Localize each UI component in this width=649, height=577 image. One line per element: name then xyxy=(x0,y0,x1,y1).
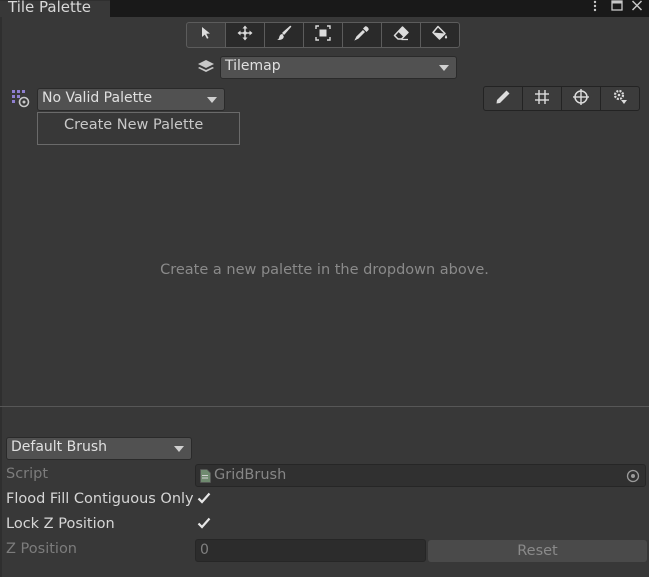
flood-fill-label: Flood Fill Contiguous Only xyxy=(6,491,194,507)
reset-button[interactable]: Reset xyxy=(428,540,647,562)
script-label: Script xyxy=(6,466,49,482)
active-tilemap-dropdown[interactable]: Tilemap xyxy=(220,56,457,79)
chevron-down-icon xyxy=(207,97,217,103)
close-icon[interactable] xyxy=(631,0,643,17)
paint-bucket-icon xyxy=(432,25,448,45)
box-select-icon xyxy=(315,25,331,45)
move-tool-button[interactable] xyxy=(225,22,265,48)
tab-tile-palette[interactable]: Tile Palette xyxy=(0,0,110,17)
eraser-icon xyxy=(393,25,409,45)
window-left-edge xyxy=(0,17,2,577)
script-field[interactable]: GridBrush xyxy=(195,464,646,487)
gizmo-button[interactable] xyxy=(561,86,601,111)
brush-dropdown[interactable]: Default Brush xyxy=(6,437,192,460)
box-fill-tool-button[interactable] xyxy=(303,22,343,48)
eyedropper-icon xyxy=(354,25,370,45)
checkmark-icon xyxy=(197,492,211,508)
grid-icon xyxy=(534,89,550,109)
window-tab-strip: Tile Palette xyxy=(0,0,649,17)
palette-dropdown[interactable]: No Valid Palette xyxy=(37,88,225,111)
palette-grid-icon xyxy=(11,89,31,109)
move-arrows-icon xyxy=(237,25,253,45)
script-value: GridBrush xyxy=(214,467,287,483)
gear-icon xyxy=(612,89,628,109)
chevron-down-icon xyxy=(439,65,449,71)
create-new-palette-menu-item[interactable]: Create New Palette xyxy=(37,112,240,145)
crosshair-icon xyxy=(573,88,589,109)
paint-tool-button[interactable] xyxy=(264,22,304,48)
z-position-field[interactable]: 0 xyxy=(195,539,426,562)
palette-settings-button[interactable] xyxy=(600,86,640,111)
paintbrush-icon xyxy=(276,25,292,45)
arrow-pointer-icon xyxy=(198,25,214,45)
layers-icon xyxy=(196,58,216,76)
select-tool-button[interactable] xyxy=(186,22,226,48)
maximize-icon[interactable] xyxy=(611,0,623,17)
flood-fill-checkbox[interactable] xyxy=(196,492,212,508)
active-tilemap-label: Tilemap xyxy=(225,58,281,74)
pencil-icon xyxy=(495,89,511,109)
palette-dropdown-label: No Valid Palette xyxy=(42,90,153,106)
erase-tool-button[interactable] xyxy=(381,22,421,48)
z-position-value: 0 xyxy=(200,542,209,558)
z-position-label: Z Position xyxy=(6,541,77,557)
palette-toolbar xyxy=(483,86,643,111)
empty-palette-hint: Create a new palette in the dropdown abo… xyxy=(160,262,489,278)
chevron-down-icon xyxy=(174,446,184,452)
tool-strip xyxy=(186,22,466,48)
object-picker-icon[interactable] xyxy=(626,469,640,487)
panel-divider[interactable] xyxy=(0,406,649,407)
script-file-icon xyxy=(200,469,211,487)
edit-palette-button[interactable] xyxy=(483,86,523,111)
checkmark-icon xyxy=(197,517,211,533)
picker-tool-button[interactable] xyxy=(342,22,382,48)
lock-z-label: Lock Z Position xyxy=(6,516,115,532)
fill-tool-button[interactable] xyxy=(420,22,460,48)
brush-dropdown-label: Default Brush xyxy=(11,439,108,455)
toggle-grid-button[interactable] xyxy=(522,86,562,111)
create-new-palette-label: Create New Palette xyxy=(64,117,204,133)
lock-z-checkbox[interactable] xyxy=(196,517,212,533)
tab-title: Tile Palette xyxy=(8,0,91,16)
kebab-menu-icon[interactable] xyxy=(592,0,598,17)
